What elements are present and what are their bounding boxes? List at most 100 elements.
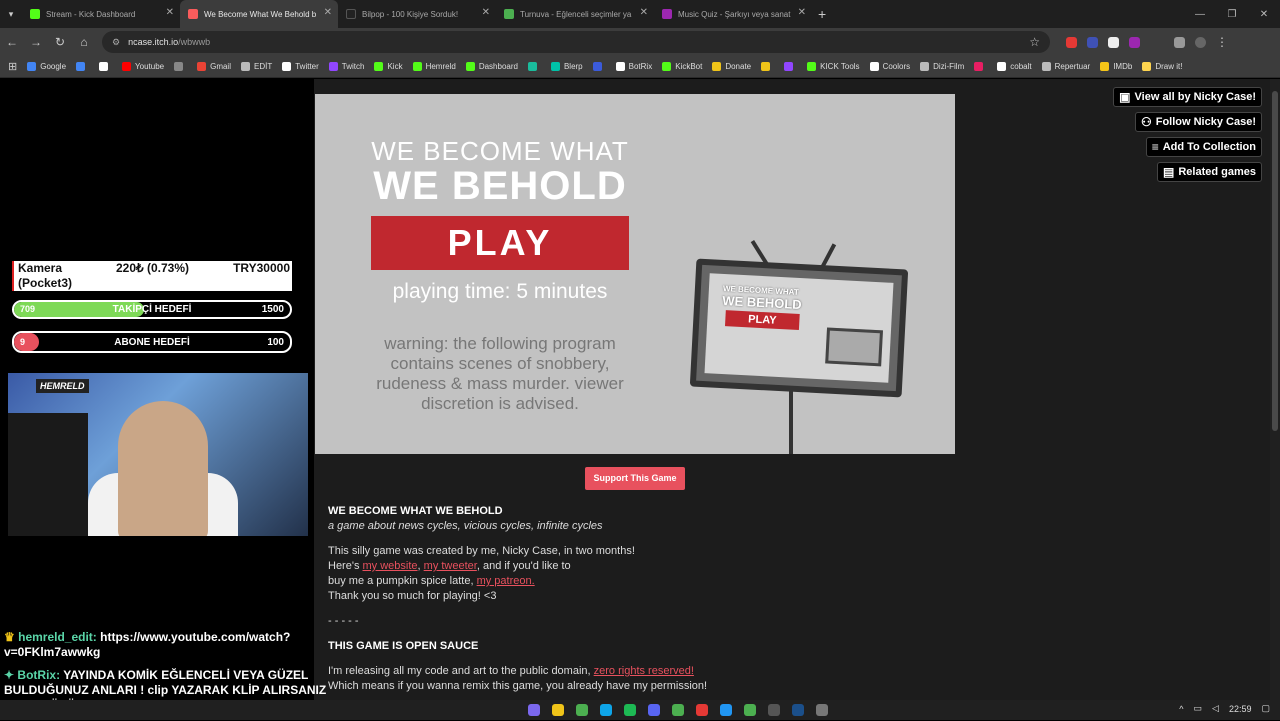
bookmark-item[interactable]: IMDb: [1100, 62, 1132, 71]
back-icon[interactable]: ←: [0, 35, 24, 49]
follow-button[interactable]: ⚇ Follow Nicky Case!: [1134, 112, 1262, 132]
notifications-icon[interactable]: ▢: [1261, 703, 1270, 714]
edge-icon[interactable]: [600, 704, 612, 716]
related-games-button[interactable]: ▤ Related games: [1157, 162, 1262, 182]
bookmark-favicon-icon: [784, 62, 794, 71]
discord-icon[interactable]: [648, 704, 660, 716]
spotify-icon[interactable]: [624, 704, 636, 716]
zero-rights-link[interactable]: zero rights reserved!: [594, 665, 694, 677]
todo-icon[interactable]: [720, 704, 732, 716]
chrome-profile-icon[interactable]: [672, 704, 684, 716]
website-link[interactable]: my website: [363, 560, 418, 572]
game-play-button[interactable]: PLAY: [371, 216, 629, 270]
tab-wbwwb[interactable]: We Become What We Behold b ✕: [180, 0, 338, 28]
menu-kebab-icon[interactable]: ⋮: [1216, 35, 1228, 49]
bookmark-item[interactable]: [784, 62, 797, 71]
chat-username: BotRix:: [17, 668, 61, 682]
bookmark-item[interactable]: [761, 62, 774, 71]
bookmark-favicon-icon: [99, 62, 109, 71]
bookmark-item[interactable]: Kick: [374, 62, 403, 71]
extension-blue-icon[interactable]: [1087, 36, 1098, 48]
extension-red-icon[interactable]: [1066, 36, 1077, 48]
bookmark-item[interactable]: KickBot: [662, 62, 702, 71]
clock[interactable]: 22:59: [1229, 704, 1252, 714]
bookmark-item[interactable]: BotRix: [615, 62, 652, 71]
steam-icon[interactable]: [792, 704, 804, 716]
opera-icon[interactable]: [696, 704, 708, 716]
close-tab-icon[interactable]: ✕: [798, 7, 806, 18]
bookmark-item[interactable]: Dashboard: [465, 62, 518, 71]
bookmark-item[interactable]: Hemreld: [412, 62, 456, 71]
chrome-icon[interactable]: [576, 704, 588, 716]
tab-turnuva[interactable]: Turnuva - Eğlenceli seçimler ya ✕: [496, 0, 654, 28]
bookmark-item[interactable]: Twitch: [328, 62, 364, 71]
extension-white-icon[interactable]: [1108, 36, 1119, 48]
extensions-puzzle-icon[interactable]: [1174, 36, 1185, 48]
bookmark-item[interactable]: Coolors: [869, 62, 910, 71]
obs-icon[interactable]: [768, 704, 780, 716]
address-bar[interactable]: ⚙ ncase.itch.io/wbwwb ☆: [102, 31, 1050, 53]
site-info-icon[interactable]: ⚙: [112, 37, 120, 48]
add-to-collection-button[interactable]: ≡ Add To Collection: [1145, 137, 1262, 157]
game-embed[interactable]: WE BECOME WHAT WE BEHOLD PLAY playing ti…: [315, 94, 955, 454]
bookmark-favicon-icon: [1041, 62, 1051, 71]
bookmark-favicon-icon: [1100, 62, 1110, 71]
bookmark-item[interactable]: Repertuar: [1041, 62, 1090, 71]
bookmark-item[interactable]: [592, 62, 606, 71]
bookmark-item[interactable]: [76, 62, 89, 71]
bookmark-item[interactable]: cobalt: [997, 62, 1032, 71]
restore-icon[interactable]: ❐: [1216, 9, 1248, 20]
webcam-logo: HEMRELD: [36, 379, 89, 393]
patreon-link[interactable]: my patreon.: [477, 575, 535, 587]
close-tab-icon[interactable]: ✕: [640, 7, 648, 18]
bookmark-item[interactable]: Google: [27, 62, 66, 71]
bookmark-item[interactable]: Dizi-Film: [920, 62, 964, 71]
tab-bilpop[interactable]: Bilpop - 100 Kişiye Sorduk! ✕: [338, 0, 496, 28]
tray-chevron-icon[interactable]: ^: [1179, 704, 1183, 714]
tab-music-quiz[interactable]: Music Quiz - Şarkıyı veya sanat ✕: [654, 0, 812, 28]
bookmark-item[interactable]: Gmail: [197, 62, 231, 71]
extension-purple-icon[interactable]: [1129, 36, 1140, 48]
bookmark-item[interactable]: Blerp: [550, 62, 583, 71]
support-this-game-button[interactable]: Support This Game: [585, 467, 685, 490]
ticker-item-name: Kamera (Pocket3): [18, 261, 73, 290]
network-icon[interactable]: ▭: [1194, 703, 1203, 714]
close-tab-icon[interactable]: ✕: [324, 7, 332, 18]
forward-icon[interactable]: →: [24, 35, 48, 49]
home-icon[interactable]: ⌂: [72, 35, 96, 49]
bookmark-item[interactable]: Youtube: [122, 62, 164, 71]
bookmark-item[interactable]: [174, 62, 187, 71]
copilot-icon[interactable]: [528, 704, 540, 716]
new-tab-icon[interactable]: +: [818, 6, 826, 22]
chrome-alt-icon[interactable]: [744, 704, 756, 716]
app-icon[interactable]: [816, 704, 828, 716]
bookmark-item[interactable]: EDİT: [240, 62, 272, 71]
bookmark-item[interactable]: Donate: [712, 62, 751, 71]
profile-avatar-icon[interactable]: [1195, 36, 1206, 48]
bookmark-item[interactable]: Draw it!: [1142, 62, 1182, 71]
scrollbar[interactable]: [1270, 79, 1280, 700]
close-tab-icon[interactable]: ✕: [482, 7, 490, 18]
close-tab-icon[interactable]: ✕: [166, 7, 174, 18]
reload-icon[interactable]: ↻: [48, 35, 72, 49]
tv-illustration: WE BECOME WHAT WE BEHOLD PLAY: [689, 258, 909, 398]
close-window-icon[interactable]: ✕: [1248, 9, 1280, 20]
bookmark-item[interactable]: Twitter: [282, 62, 319, 71]
apps-grid-icon[interactable]: ⊞: [8, 60, 17, 73]
tv-stand: [789, 390, 793, 454]
tab-kick-dashboard[interactable]: Stream - Kick Dashboard ✕: [22, 0, 180, 28]
bookmark-item[interactable]: KICK Tools: [807, 62, 860, 71]
minimize-icon[interactable]: —: [1184, 9, 1216, 20]
bookmark-star-icon[interactable]: ☆: [1029, 35, 1040, 49]
bookmark-item[interactable]: [99, 62, 112, 71]
volume-icon[interactable]: ◁: [1212, 703, 1219, 714]
webcam-feed: HEMRELD: [8, 373, 308, 536]
scrollbar-thumb[interactable]: [1272, 91, 1278, 431]
follower-goal-target: 1500: [261, 304, 284, 315]
tweeter-link[interactable]: my tweeter: [424, 560, 477, 572]
tab-search-icon[interactable]: ▾: [0, 9, 22, 20]
view-all-button[interactable]: ▣ View all by Nicky Case!: [1113, 87, 1262, 107]
bookmark-item[interactable]: [527, 62, 541, 71]
file-explorer-icon[interactable]: [552, 704, 564, 716]
bookmark-item[interactable]: [974, 62, 987, 71]
